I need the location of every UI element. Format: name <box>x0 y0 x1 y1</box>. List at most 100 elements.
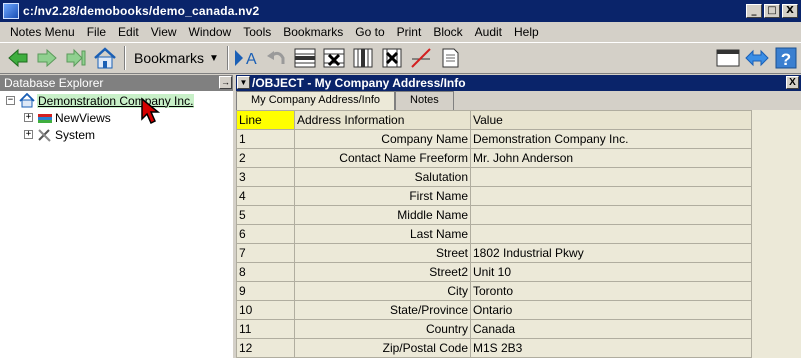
value-cell[interactable]: Unit 10 <box>470 262 752 282</box>
delete-column-button[interactable] <box>378 44 406 72</box>
menu-go-to[interactable]: Go to <box>349 25 390 39</box>
menu-view[interactable]: View <box>145 25 183 39</box>
insert-column-icon <box>353 48 373 68</box>
undo-button[interactable] <box>262 44 290 72</box>
info-cell[interactable]: City <box>294 281 471 301</box>
table-row[interactable]: 2 Contact Name Freeform Mr. John Anderson <box>236 148 752 168</box>
books-icon <box>37 110 53 126</box>
expand-toggle[interactable]: + <box>24 130 33 139</box>
tree-item-system[interactable]: + System <box>24 126 95 143</box>
back-button[interactable] <box>4 44 32 72</box>
tab-notes[interactable]: Notes <box>395 91 454 110</box>
column-header-value[interactable]: Value <box>470 110 752 130</box>
value-cell[interactable] <box>470 186 752 206</box>
value-cell[interactable] <box>470 167 752 187</box>
insert-row-button[interactable] <box>291 44 319 72</box>
menu-notes-menu[interactable]: Notes Menu <box>4 25 81 39</box>
notes-button[interactable] <box>436 44 464 72</box>
text-mode-button[interactable]: A <box>233 44 261 72</box>
no-line-icon <box>411 48 431 68</box>
table-row[interactable]: 1 Company Name Demonstration Company Inc. <box>236 129 752 149</box>
info-cell[interactable]: Middle Name <box>294 205 471 225</box>
forward-button[interactable] <box>33 44 61 72</box>
bookmarks-dropdown[interactable]: Bookmarks ▼ <box>130 46 223 70</box>
menu-window[interactable]: Window <box>183 25 238 39</box>
line-cell[interactable]: 5 <box>236 205 295 225</box>
document-close-button[interactable]: X <box>786 76 799 89</box>
table-row[interactable]: 12 Zip/Postal Code M1S 2B3 <box>236 338 752 358</box>
line-cell[interactable]: 2 <box>236 148 295 168</box>
value-cell[interactable]: 1802 Industrial Pkwy <box>470 243 752 263</box>
no-line-button[interactable] <box>407 44 435 72</box>
value-cell[interactable]: Mr. John Anderson <box>470 148 752 168</box>
app-icon[interactable] <box>3 3 19 19</box>
line-cell[interactable]: 9 <box>236 281 295 301</box>
table-row[interactable]: 4 First Name <box>236 186 752 206</box>
tab-my-company-address-info[interactable]: My Company Address/Info <box>236 91 396 110</box>
value-cell[interactable]: Toronto <box>470 281 752 301</box>
value-cell[interactable] <box>470 224 752 244</box>
table-row[interactable]: 6 Last Name <box>236 224 752 244</box>
line-cell[interactable]: 1 <box>236 129 295 149</box>
explorer-title: Database Explorer <box>4 76 104 90</box>
info-cell[interactable]: Company Name <box>294 129 471 149</box>
line-cell[interactable]: 4 <box>236 186 295 206</box>
info-cell[interactable]: Contact Name Freeform <box>294 148 471 168</box>
menu-block[interactable]: Block <box>427 25 468 39</box>
menu-print[interactable]: Print <box>391 25 428 39</box>
expand-toggle[interactable]: + <box>24 113 33 122</box>
explorer-tree: − Demonstration Company Inc. + NewViews … <box>0 91 233 358</box>
info-cell[interactable]: Street2 <box>294 262 471 282</box>
help-button[interactable]: ? <box>772 44 800 72</box>
table-row[interactable]: 11 Country Canada <box>236 319 752 339</box>
table-row[interactable]: 9 City Toronto <box>236 281 752 301</box>
column-header-address-info[interactable]: Address Information <box>294 110 471 130</box>
menu-help[interactable]: Help <box>508 25 545 39</box>
info-cell[interactable]: Country <box>294 319 471 339</box>
last-button[interactable] <box>62 44 90 72</box>
menu-tools[interactable]: Tools <box>237 25 277 39</box>
column-header-line[interactable]: Line <box>236 110 295 130</box>
document-menu-dropdown[interactable]: ▼ <box>237 76 250 89</box>
pin-button[interactable]: → <box>219 76 232 89</box>
table-row[interactable]: 5 Middle Name <box>236 205 752 225</box>
minimize-button[interactable]: _ <box>746 4 762 18</box>
table-row[interactable]: 8 Street2 Unit 10 <box>236 262 752 282</box>
value-cell[interactable]: Ontario <box>470 300 752 320</box>
line-cell[interactable]: 10 <box>236 300 295 320</box>
info-cell[interactable]: State/Province <box>294 300 471 320</box>
line-cell[interactable]: 11 <box>236 319 295 339</box>
window-button[interactable] <box>714 44 742 72</box>
value-cell[interactable] <box>470 205 752 225</box>
table-row[interactable]: 10 State/Province Ontario <box>236 300 752 320</box>
line-cell[interactable]: 8 <box>236 262 295 282</box>
swap-button[interactable] <box>743 44 771 72</box>
tree-item-newviews[interactable]: + NewViews <box>24 109 111 126</box>
menu-edit[interactable]: Edit <box>112 25 145 39</box>
value-cell[interactable]: Demonstration Company Inc. <box>470 129 752 149</box>
menu-audit[interactable]: Audit <box>469 25 508 39</box>
delete-row-button[interactable] <box>320 44 348 72</box>
value-cell[interactable]: Canada <box>470 319 752 339</box>
table-row[interactable]: 7 Street 1802 Industrial Pkwy <box>236 243 752 263</box>
info-cell[interactable]: Salutation <box>294 167 471 187</box>
close-button[interactable]: X <box>782 4 798 18</box>
insert-column-button[interactable] <box>349 44 377 72</box>
info-cell[interactable]: Street <box>294 243 471 263</box>
tree-item-demonstration-company[interactable]: − Demonstration Company Inc. <box>6 92 195 109</box>
toolbar: Bookmarks ▼ A ? <box>0 42 801 74</box>
line-cell[interactable]: 7 <box>236 243 295 263</box>
menu-bookmarks[interactable]: Bookmarks <box>277 25 349 39</box>
line-cell[interactable]: 12 <box>236 338 295 358</box>
menu-file[interactable]: File <box>81 25 112 39</box>
collapse-toggle[interactable]: − <box>6 96 15 105</box>
table-row[interactable]: 3 Salutation <box>236 167 752 187</box>
info-cell[interactable]: First Name <box>294 186 471 206</box>
info-cell[interactable]: Zip/Postal Code <box>294 338 471 358</box>
home-button[interactable] <box>91 44 119 72</box>
value-cell[interactable]: M1S 2B3 <box>470 338 752 358</box>
maximize-button[interactable]: □ <box>764 4 780 18</box>
info-cell[interactable]: Last Name <box>294 224 471 244</box>
line-cell[interactable]: 6 <box>236 224 295 244</box>
line-cell[interactable]: 3 <box>236 167 295 187</box>
